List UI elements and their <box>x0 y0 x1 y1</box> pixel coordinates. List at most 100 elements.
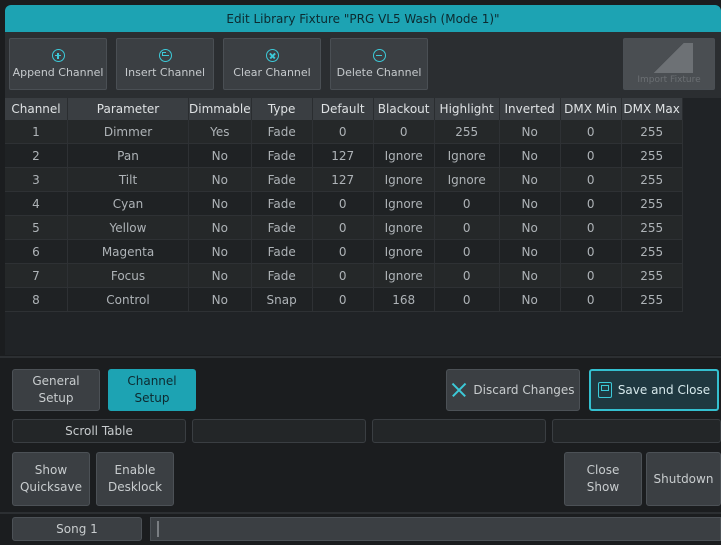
cell-inverted[interactable]: No <box>499 191 561 216</box>
table-row[interactable]: 3 Tilt No Fade 127 Ignore Ignore No 0 255 <box>5 167 683 192</box>
cell-blackout[interactable]: 0 <box>373 120 435 144</box>
cell-inverted[interactable]: No <box>499 287 561 312</box>
col-channel[interactable]: Channel <box>5 98 68 120</box>
cell-type[interactable]: Fade <box>251 167 313 192</box>
cell-parameter[interactable]: Yellow <box>67 215 189 240</box>
cell-blackout[interactable]: 168 <box>373 287 435 312</box>
cell-highlight[interactable]: 0 <box>434 239 500 264</box>
cell-dmx-min[interactable]: 0 <box>560 263 622 288</box>
cell-dimmable[interactable]: No <box>188 191 252 216</box>
cell-dmx-max[interactable]: 255 <box>621 215 683 240</box>
table-row[interactable]: 1 Dimmer Yes Fade 0 0 255 No 0 255 <box>5 120 683 144</box>
cell-blackout[interactable]: Ignore <box>373 215 435 240</box>
cell-highlight[interactable]: 0 <box>434 263 500 288</box>
cell-channel[interactable]: 6 <box>5 239 68 264</box>
cell-dimmable[interactable]: No <box>188 239 252 264</box>
cell-default[interactable]: 127 <box>312 143 374 168</box>
cell-highlight[interactable]: 0 <box>434 287 500 312</box>
cell-highlight[interactable]: 0 <box>434 191 500 216</box>
cell-parameter[interactable]: Cyan <box>67 191 189 216</box>
cell-blackout[interactable]: Ignore <box>373 239 435 264</box>
tab-general-setup[interactable]: General Setup <box>12 369 100 411</box>
cell-default[interactable]: 0 <box>312 191 374 216</box>
cell-channel[interactable]: 5 <box>5 215 68 240</box>
cell-inverted[interactable]: No <box>499 239 561 264</box>
cell-type[interactable]: Snap <box>251 287 313 312</box>
cell-type[interactable]: Fade <box>251 215 313 240</box>
cell-channel[interactable]: 4 <box>5 191 68 216</box>
table-row[interactable]: 8 Control No Snap 0 168 0 No 0 255 <box>5 287 683 312</box>
cell-blackout[interactable]: Ignore <box>373 167 435 192</box>
cell-type[interactable]: Fade <box>251 239 313 264</box>
cell-dmx-min[interactable]: 0 <box>560 120 622 144</box>
cell-dmx-min[interactable]: 0 <box>560 239 622 264</box>
cell-default[interactable]: 0 <box>312 215 374 240</box>
table-row[interactable]: 4 Cyan No Fade 0 Ignore 0 No 0 255 <box>5 191 683 216</box>
clear-channel-button[interactable]: Clear Channel <box>223 38 321 90</box>
cell-dimmable[interactable]: No <box>188 287 252 312</box>
channel-table-area[interactable]: Channel Parameter Dimmable Type Default … <box>5 98 721 355</box>
show-quicksave-button[interactable]: Show Quicksave <box>12 452 90 506</box>
cell-inverted[interactable]: No <box>499 215 561 240</box>
cell-dmx-min[interactable]: 0 <box>560 215 622 240</box>
cell-channel[interactable]: 7 <box>5 263 68 288</box>
cell-dmx-min[interactable]: 0 <box>560 167 622 192</box>
col-parameter[interactable]: Parameter <box>67 98 189 120</box>
col-inverted[interactable]: Inverted <box>499 98 561 120</box>
table-row[interactable]: 2 Pan No Fade 127 Ignore Ignore No 0 255 <box>5 143 683 168</box>
cell-default[interactable]: 0 <box>312 239 374 264</box>
table-row[interactable]: 5 Yellow No Fade 0 Ignore 0 No 0 255 <box>5 215 683 240</box>
col-default[interactable]: Default <box>312 98 374 120</box>
col-type[interactable]: Type <box>251 98 313 120</box>
cell-dmx-max[interactable]: 255 <box>621 120 683 144</box>
cell-parameter[interactable]: Tilt <box>67 167 189 192</box>
cell-default[interactable]: 0 <box>312 287 374 312</box>
cell-dimmable[interactable]: No <box>188 167 252 192</box>
cell-type[interactable]: Fade <box>251 191 313 216</box>
table-row[interactable]: 7 Focus No Fade 0 Ignore 0 No 0 255 <box>5 263 683 288</box>
col-highlight[interactable]: Highlight <box>434 98 500 120</box>
cell-dmx-max[interactable]: 255 <box>621 263 683 288</box>
song-indicator[interactable]: Song 1 <box>12 517 142 541</box>
cell-dimmable[interactable]: No <box>188 263 252 288</box>
close-show-button[interactable]: Close Show <box>564 452 642 506</box>
cell-channel[interactable]: 8 <box>5 287 68 312</box>
cell-parameter[interactable]: Magenta <box>67 239 189 264</box>
tab-channel-setup[interactable]: Channel Setup <box>108 369 196 411</box>
cell-dimmable[interactable]: No <box>188 143 252 168</box>
cell-highlight[interactable]: 255 <box>434 120 500 144</box>
cell-inverted[interactable]: No <box>499 143 561 168</box>
cell-inverted[interactable]: No <box>499 167 561 192</box>
cell-channel[interactable]: 3 <box>5 167 68 192</box>
softkey-scroll-table[interactable]: Scroll Table <box>12 419 186 443</box>
enable-desklock-button[interactable]: Enable Desklock <box>96 452 174 506</box>
cell-dmx-max[interactable]: 255 <box>621 191 683 216</box>
import-fixture-button[interactable]: Import Fixture <box>623 38 715 90</box>
cell-default[interactable]: 127 <box>312 167 374 192</box>
cell-type[interactable]: Fade <box>251 263 313 288</box>
table-row[interactable]: 6 Magenta No Fade 0 Ignore 0 No 0 255 <box>5 239 683 264</box>
cell-default[interactable]: 0 <box>312 263 374 288</box>
cell-dimmable[interactable]: Yes <box>188 120 252 144</box>
save-and-close-button[interactable]: Save and Close <box>589 369 719 411</box>
cell-parameter[interactable]: Dimmer <box>67 120 189 144</box>
cell-blackout[interactable]: Ignore <box>373 143 435 168</box>
cell-type[interactable]: Fade <box>251 143 313 168</box>
song-timeline[interactable] <box>150 517 721 541</box>
cell-parameter[interactable]: Focus <box>67 263 189 288</box>
cell-dmx-min[interactable]: 0 <box>560 287 622 312</box>
cell-inverted[interactable]: No <box>499 120 561 144</box>
col-blackout[interactable]: Blackout <box>373 98 435 120</box>
cell-parameter[interactable]: Control <box>67 287 189 312</box>
col-dmx-max[interactable]: DMX Max <box>621 98 683 120</box>
softkey-2[interactable] <box>192 419 366 443</box>
cell-channel[interactable]: 1 <box>5 120 68 144</box>
cell-dmx-max[interactable]: 255 <box>621 167 683 192</box>
delete-channel-button[interactable]: Delete Channel <box>330 38 428 90</box>
cell-highlight[interactable]: Ignore <box>434 143 500 168</box>
cell-dmx-min[interactable]: 0 <box>560 191 622 216</box>
cell-default[interactable]: 0 <box>312 120 374 144</box>
col-dmx-min[interactable]: DMX Min <box>560 98 622 120</box>
discard-changes-button[interactable]: Discard Changes <box>446 369 580 411</box>
cell-inverted[interactable]: No <box>499 263 561 288</box>
